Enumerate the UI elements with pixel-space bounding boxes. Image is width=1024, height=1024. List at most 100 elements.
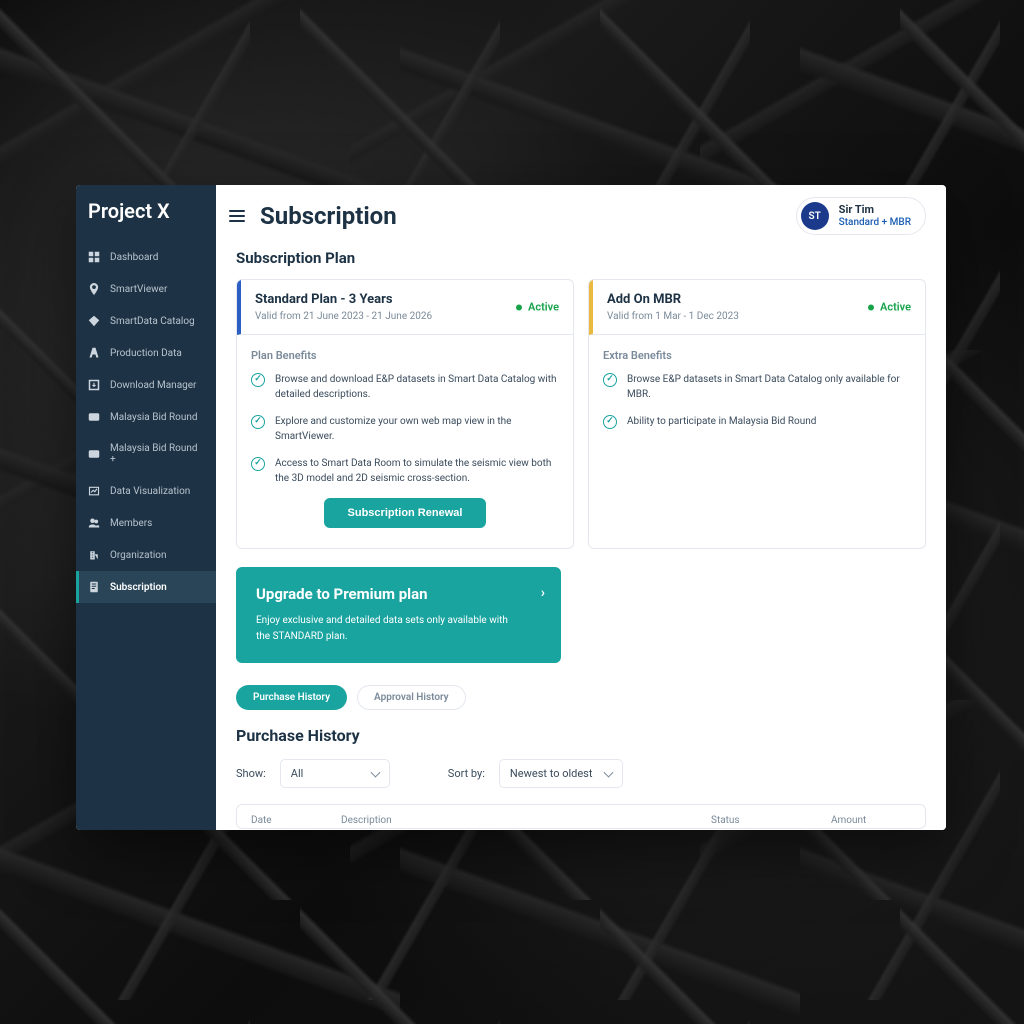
plan-validity: Valid from 1 Mar - 1 Dec 2023 — [607, 311, 911, 322]
tab-approval-history[interactable]: Approval History — [357, 685, 466, 710]
status-badge: Active — [868, 301, 911, 314]
sidebar-item-label: Subscription — [110, 582, 167, 593]
check-icon: ✓ — [251, 415, 265, 429]
app-logo: Project X — [76, 185, 216, 241]
map-pin-icon — [88, 283, 100, 295]
chevron-right-icon: › — [541, 585, 545, 601]
purchase-history-table: Date Description Status Amount — [236, 804, 926, 829]
user-chip[interactable]: ST Sir Tim Standard + MBR — [796, 197, 926, 235]
column-header-amount: Amount — [831, 815, 911, 826]
sidebar-item-label: Production Data — [110, 348, 182, 359]
history-tabs: Purchase History Approval History — [236, 685, 926, 710]
plan-body: Extra Benefits ✓ Browse E&P datasets in … — [589, 335, 925, 455]
plan-name: Add On MBR — [607, 292, 911, 307]
plan-card-standard: Standard Plan - 3 Years Valid from 21 Ju… — [236, 279, 574, 549]
topbar: Subscription ST Sir Tim Standard + MBR — [216, 185, 946, 243]
column-header-date: Date — [251, 815, 341, 826]
status-text: Active — [880, 301, 911, 314]
plan-header: Standard Plan - 3 Years Valid from 21 Ju… — [237, 280, 573, 335]
sidebar-item-label: SmartViewer — [110, 284, 167, 295]
upgrade-premium-card[interactable]: Upgrade to Premium plan Enjoy exclusive … — [236, 567, 561, 663]
dashboard-icon — [88, 251, 100, 263]
sidebar-item-label: Data Visualization — [110, 486, 190, 497]
plan-card-addon-mbr: Add On MBR Valid from 1 Mar - 1 Dec 2023… — [588, 279, 926, 549]
sidebar-item-download-manager[interactable]: Download Manager — [76, 369, 216, 401]
sidebar-item-label: SmartData Catalog — [110, 316, 195, 327]
avatar: ST — [801, 202, 829, 230]
section-title-subscription-plan: Subscription Plan — [236, 249, 926, 267]
mbr-plus-icon — [88, 448, 100, 460]
rig-icon — [88, 347, 100, 359]
subscription-renewal-button[interactable]: Subscription Renewal — [324, 498, 487, 528]
benefit-item: ✓ Access to Smart Data Room to simulate … — [251, 456, 559, 486]
benefits-heading: Extra Benefits — [603, 349, 911, 362]
upgrade-title: Upgrade to Premium plan — [256, 585, 541, 603]
table-header-row: Date Description Status Amount — [251, 815, 911, 826]
user-plan-label: Standard + MBR — [839, 217, 911, 229]
benefit-text: Browse E&P datasets in Smart Data Catalo… — [627, 372, 911, 402]
sidebar-item-organization[interactable]: Organization — [76, 539, 216, 571]
section-title-purchase-history: Purchase History — [236, 726, 926, 745]
status-text: Active — [528, 301, 559, 314]
sidebar-item-label: Download Manager — [110, 380, 196, 391]
upgrade-subtitle: Enjoy exclusive and detailed data sets o… — [256, 613, 516, 645]
column-header-status: Status — [711, 815, 831, 826]
check-icon: ✓ — [251, 457, 265, 471]
status-badge: Active — [516, 301, 559, 314]
benefit-text: Browse and download E&P datasets in Smar… — [275, 372, 559, 402]
app-window: Project X Dashboard SmartViewer SmartDat… — [76, 185, 946, 830]
select-value: All — [291, 767, 304, 780]
plan-body: Plan Benefits ✓ Browse and download E&P … — [237, 335, 573, 548]
sidebar-nav: Dashboard SmartViewer SmartData Catalog … — [76, 241, 216, 603]
sidebar: Project X Dashboard SmartViewer SmartDat… — [76, 185, 216, 830]
select-value: Newest to oldest — [510, 767, 593, 780]
chart-icon — [88, 485, 100, 497]
receipt-icon — [88, 581, 100, 593]
sidebar-item-label: Dashboard — [110, 252, 158, 263]
check-icon: ✓ — [251, 373, 265, 387]
column-header-description: Description — [341, 815, 711, 826]
status-dot-icon — [868, 304, 874, 310]
sidebar-item-mbr-plus[interactable]: Malaysia Bid Round + — [76, 433, 216, 475]
plan-grid: Standard Plan - 3 Years Valid from 21 Ju… — [236, 279, 926, 549]
page-title: Subscription — [260, 202, 397, 230]
sidebar-item-smartdata-catalog[interactable]: SmartData Catalog — [76, 305, 216, 337]
members-icon — [88, 517, 100, 529]
main-content: Subscription ST Sir Tim Standard + MBR S… — [216, 185, 946, 830]
benefit-item: ✓ Browse and download E&P datasets in Sm… — [251, 372, 559, 402]
sidebar-item-smartviewer[interactable]: SmartViewer — [76, 273, 216, 305]
sidebar-item-label: Malaysia Bid Round — [110, 412, 198, 423]
show-filter-select[interactable]: All — [280, 759, 390, 788]
building-icon — [88, 549, 100, 561]
benefit-item: ✓ Explore and customize your own web map… — [251, 414, 559, 444]
sidebar-item-mbr[interactable]: Malaysia Bid Round — [76, 401, 216, 433]
sort-label: Sort by: — [448, 767, 485, 780]
menu-toggle-button[interactable] — [226, 205, 248, 227]
sidebar-item-production-data[interactable]: Production Data — [76, 337, 216, 369]
user-name: Sir Tim — [839, 203, 911, 216]
sidebar-item-subscription[interactable]: Subscription — [76, 571, 216, 603]
mbr-icon — [88, 411, 100, 423]
show-label: Show: — [236, 767, 266, 780]
benefit-text: Ability to participate in Malaysia Bid R… — [627, 414, 816, 429]
plan-name: Standard Plan - 3 Years — [255, 292, 559, 307]
benefit-text: Explore and customize your own web map v… — [275, 414, 559, 444]
check-icon: ✓ — [603, 415, 617, 429]
sidebar-item-label: Malaysia Bid Round + — [110, 443, 204, 465]
download-icon — [88, 379, 100, 391]
plan-validity: Valid from 21 June 2023 - 21 June 2026 — [255, 311, 559, 322]
diamond-icon — [88, 315, 100, 327]
sidebar-item-data-visualization[interactable]: Data Visualization — [76, 475, 216, 507]
plan-header: Add On MBR Valid from 1 Mar - 1 Dec 2023… — [589, 280, 925, 335]
user-info: Sir Tim Standard + MBR — [839, 203, 911, 228]
sidebar-item-label: Organization — [110, 550, 167, 561]
check-icon: ✓ — [603, 373, 617, 387]
sidebar-item-members[interactable]: Members — [76, 507, 216, 539]
benefit-item: ✓ Browse E&P datasets in Smart Data Cata… — [603, 372, 911, 402]
status-dot-icon — [516, 304, 522, 310]
tab-purchase-history[interactable]: Purchase History — [236, 685, 347, 710]
sidebar-item-label: Members — [110, 518, 152, 529]
sort-by-select[interactable]: Newest to oldest — [499, 759, 624, 788]
filter-row: Show: All Sort by: Newest to oldest — [236, 759, 926, 788]
sidebar-item-dashboard[interactable]: Dashboard — [76, 241, 216, 273]
